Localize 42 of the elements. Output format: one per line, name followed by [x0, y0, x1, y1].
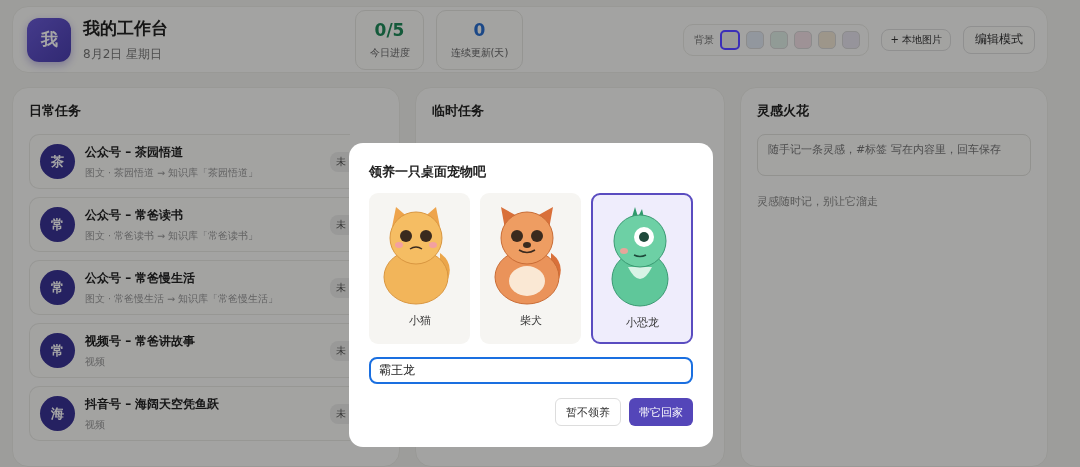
local-image-button[interactable]: + 本地图片: [881, 28, 951, 51]
adopt-button[interactable]: 带它回家: [629, 398, 693, 426]
pet-option[interactable]: 小恐龙: [591, 193, 693, 344]
task-avatar: 常: [40, 207, 75, 242]
status-tag: 未: [330, 151, 350, 172]
task-avatar: 茶: [40, 144, 75, 179]
stat-label: 连续更新(天): [450, 45, 509, 60]
pet-name: 柴犬: [519, 313, 542, 328]
task-title: 公众号 – 茶园悟道: [85, 143, 185, 161]
task-title: 公众号 – 常爸慢生活: [85, 269, 197, 287]
status-tag: 未: [330, 340, 350, 361]
date-text: 8月2日 星期日: [83, 45, 164, 63]
task-title: 公众号 – 常爸读书: [85, 206, 185, 224]
section-title: 日常任务: [29, 102, 82, 120]
color-swatch[interactable]: [818, 30, 837, 49]
color-swatch[interactable]: [720, 29, 741, 50]
dialog-title: 领养一只桌面宠物吧: [369, 163, 487, 181]
pet-option[interactable]: 柴犬: [480, 193, 582, 344]
section-title: 临时任务: [431, 102, 485, 120]
pet-option[interactable]: 小猫: [369, 193, 471, 344]
stat-value: 0/5: [374, 19, 405, 40]
pet-name-input[interactable]: 霸王龙: [369, 357, 693, 384]
pet-name: 小猫: [408, 313, 431, 328]
edit-mode-button[interactable]: 编辑模式: [963, 25, 1035, 54]
task-avatar: 常: [40, 333, 75, 368]
status-tag: 未: [330, 214, 350, 235]
workspace-avatar: 我: [27, 17, 71, 62]
pet-name: 小恐龙: [625, 315, 659, 330]
task-title: 抖音号 – 海阔天空凭鱼跃: [85, 395, 221, 413]
task-title: 视频号 – 常爸讲故事: [85, 332, 197, 350]
background-label: 背景: [694, 32, 715, 47]
task-avatar: 海: [40, 396, 75, 431]
status-tag: 未: [330, 403, 350, 424]
idea-input-field[interactable]: 随手记一条灵感，#标签 写在内容里，回车保存: [756, 134, 1031, 176]
decline-button[interactable]: 暂不领养: [555, 398, 621, 426]
status-tag: 未: [330, 277, 350, 298]
hint-text: 灵感随时记，别让它溜走: [756, 194, 879, 209]
page-title: 我的工作台: [83, 16, 169, 40]
section-title: 灵感火花: [756, 102, 810, 120]
stat-label: 今日进度: [369, 45, 410, 60]
task-avatar: 常: [40, 270, 75, 305]
stat-value: 0: [473, 19, 486, 40]
